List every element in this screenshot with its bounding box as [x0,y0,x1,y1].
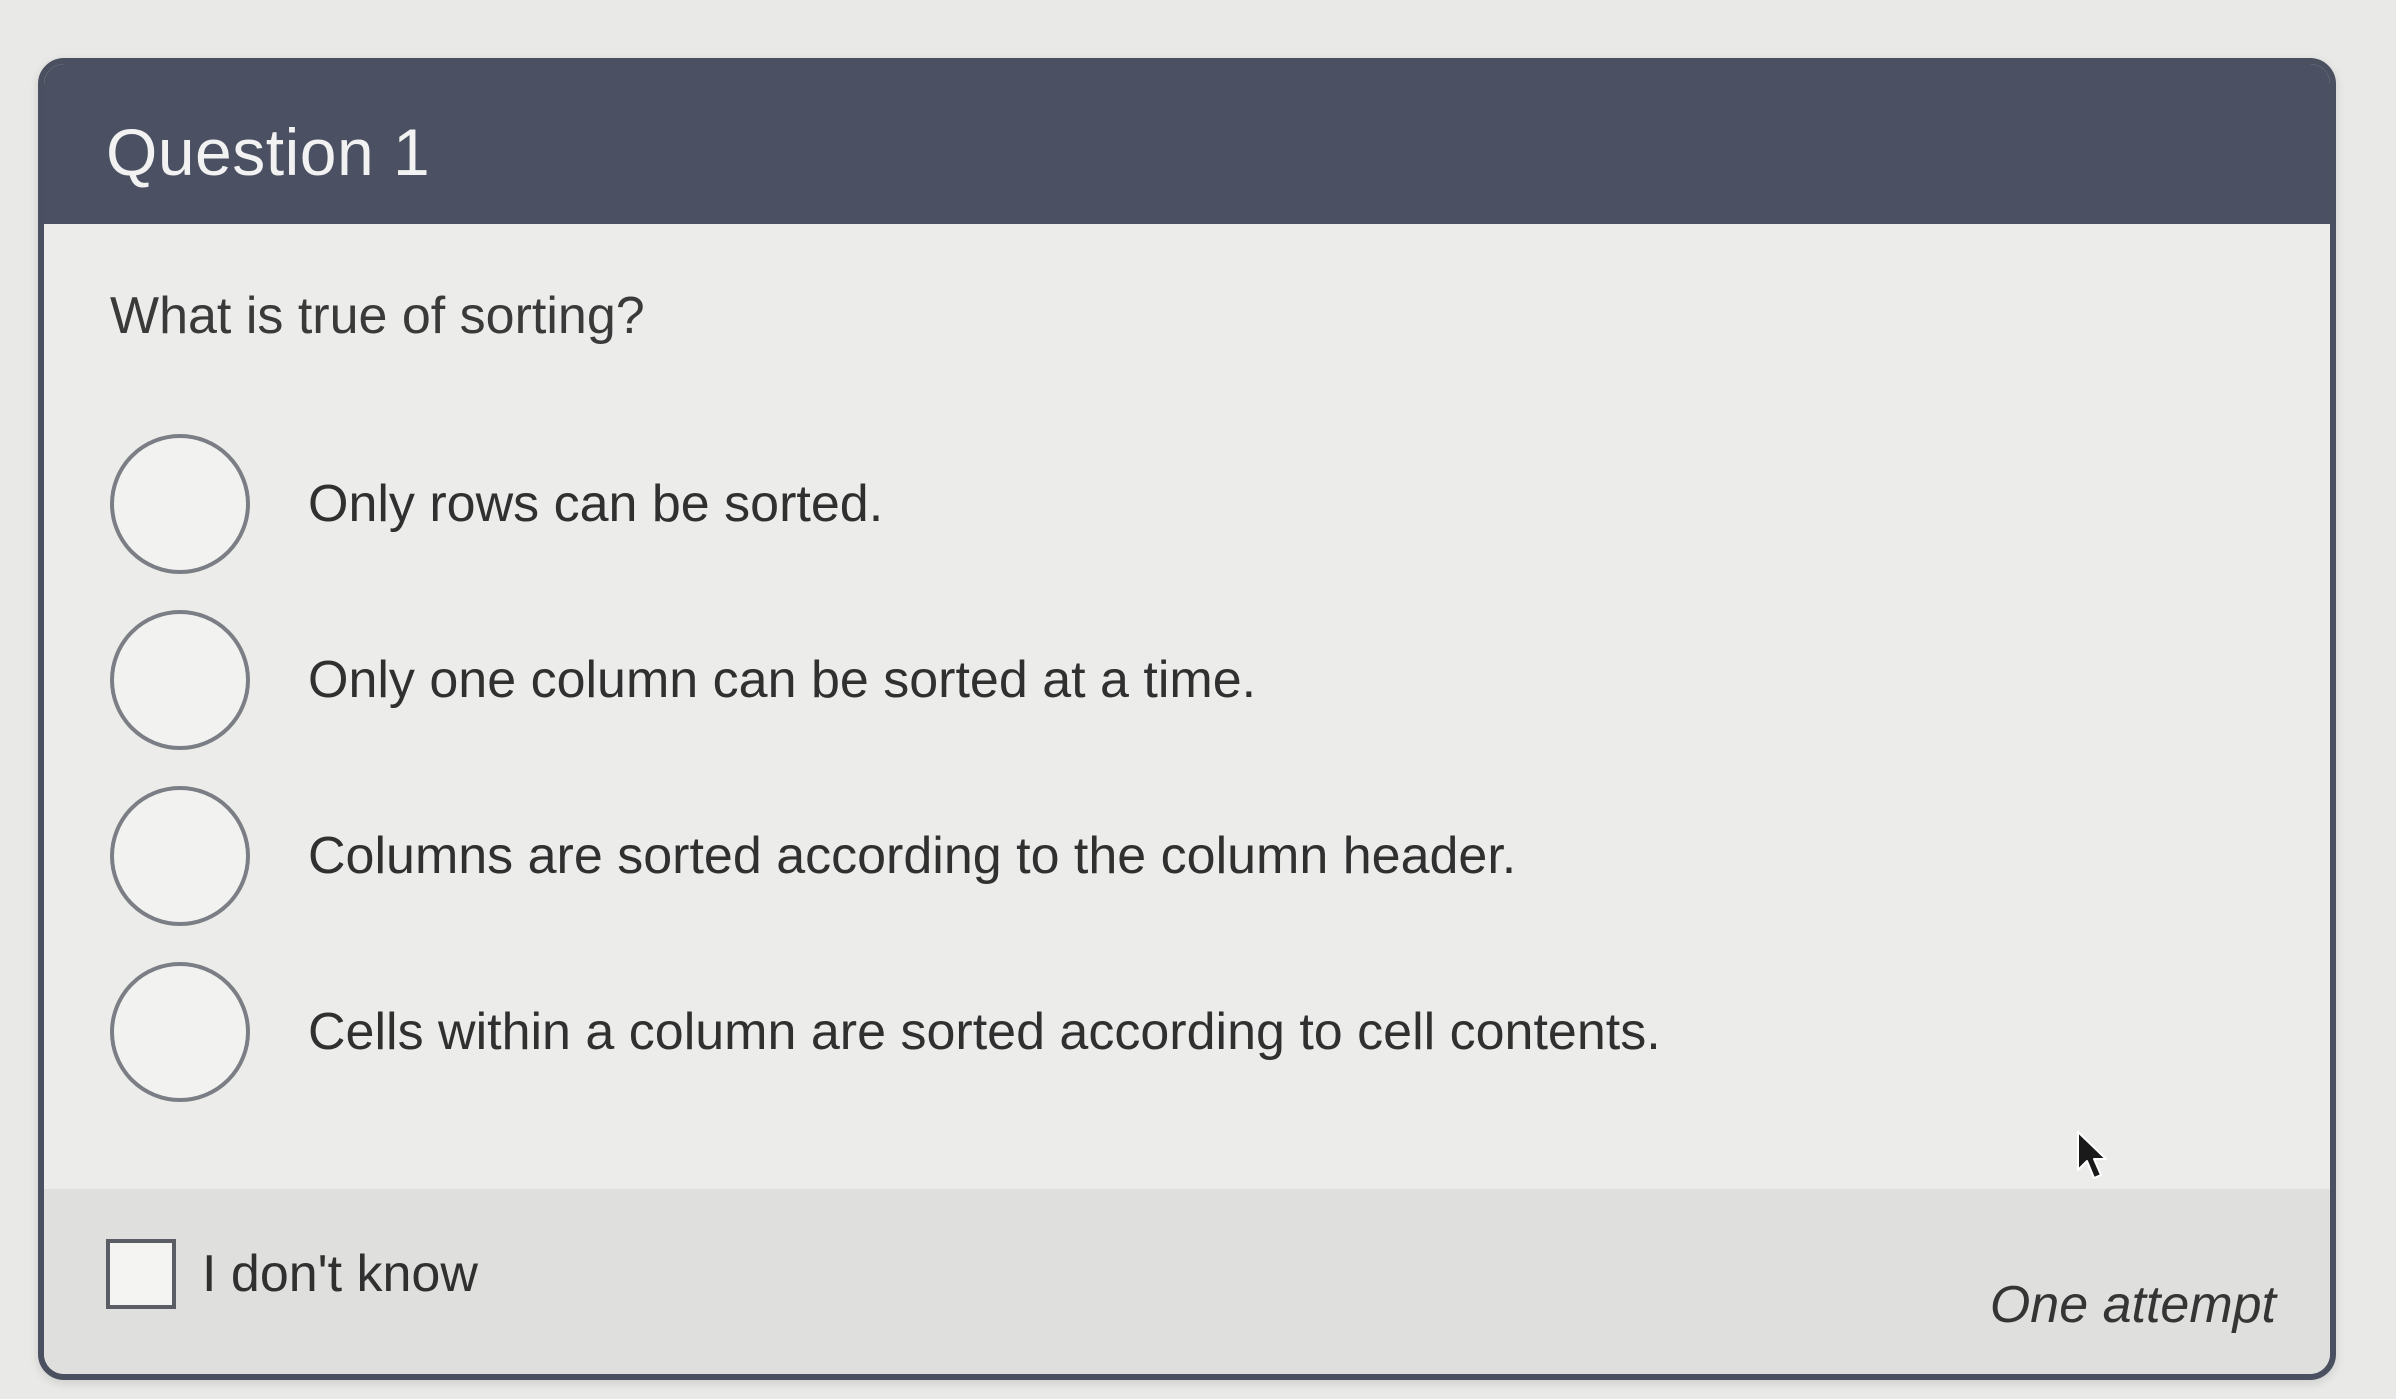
radio-icon[interactable] [110,610,250,750]
question-footer: I don't know One attempt [44,1189,2330,1374]
checkbox-icon[interactable] [106,1239,176,1309]
answer-option-3[interactable]: Columns are sorted according to the colu… [110,768,2270,944]
answer-option-2[interactable]: Only one column can be sorted at a time. [110,592,2270,768]
question-header: Question 1 [44,64,2330,224]
answer-option-1[interactable]: Only rows can be sorted. [110,416,2270,592]
radio-icon[interactable] [110,786,250,926]
question-card: Question 1 What is true of sorting? Only… [38,58,2336,1380]
question-text: What is true of sorting? [110,287,645,345]
radio-icon[interactable] [110,434,250,574]
answer-option-4[interactable]: Cells within a column are sorted accordi… [110,944,2270,1120]
answer-option-label: Columns are sorted according to the colu… [308,827,1517,885]
dont-know-label: I don't know [202,1245,478,1303]
answer-option-label: Only rows can be sorted. [308,475,884,533]
mouse-pointer-icon [2077,1131,2107,1179]
answer-option-label: Cells within a column are sorted accordi… [308,1003,1661,1061]
attempts-text: One attempt [1989,1276,2276,1334]
question-title: Question 1 [106,115,431,189]
radio-icon[interactable] [110,962,250,1102]
answer-option-label: Only one column can be sorted at a time. [308,651,1257,709]
dont-know-option[interactable]: I don't know [106,1239,478,1309]
answer-options: Only rows can be sorted. Only one column… [110,416,2270,1120]
